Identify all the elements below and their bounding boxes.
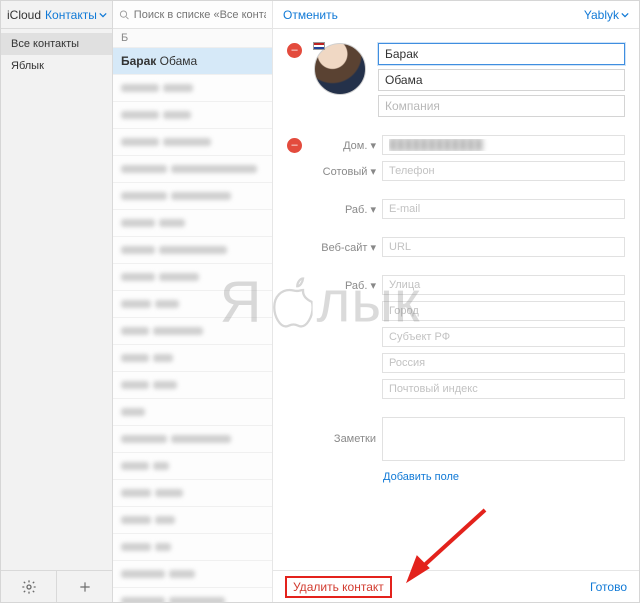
field-label-work[interactable]: Раб. ▾: [308, 203, 376, 216]
contact-row[interactable]: [113, 183, 272, 210]
phone-mobile-row: Сотовый ▾: [287, 161, 625, 181]
brand-label: iCloud: [7, 8, 41, 22]
flag-icon: [313, 42, 325, 50]
name-row: –: [287, 43, 625, 117]
detail-body: – – Дом. ▾ Сотовый ▾: [273, 29, 639, 570]
company-input[interactable]: [378, 95, 625, 117]
delete-contact-button[interactable]: Удалить контакт: [285, 576, 392, 598]
website-input[interactable]: [382, 237, 625, 257]
gear-icon: [21, 579, 37, 595]
contact-row[interactable]: [113, 210, 272, 237]
contact-row[interactable]: [113, 345, 272, 372]
contact-row[interactable]: [113, 264, 272, 291]
contact-row[interactable]: [113, 507, 272, 534]
contact-row[interactable]: [113, 453, 272, 480]
zip-input[interactable]: [382, 379, 625, 399]
add-field-link[interactable]: Добавить поле: [383, 471, 625, 483]
email-input[interactable]: [382, 199, 625, 219]
sidebar-footer: [1, 570, 112, 602]
contact-row[interactable]: [113, 534, 272, 561]
search-input[interactable]: [134, 9, 266, 21]
cancel-button[interactable]: Отменить: [283, 8, 338, 22]
done-button[interactable]: Готово: [590, 580, 627, 594]
account-name: Yablyk: [584, 8, 619, 22]
field-label-mobile[interactable]: Сотовый ▾: [308, 165, 376, 178]
group-yablyk[interactable]: Яблык: [1, 55, 112, 77]
contact-row[interactable]: [113, 75, 272, 102]
sidebar-groups: Все контакты Яблык: [1, 29, 112, 570]
contact-row[interactable]: [113, 480, 272, 507]
contact-row[interactable]: [113, 588, 272, 602]
email-row: Раб. ▾: [287, 199, 625, 219]
section-header-b: Б: [113, 29, 272, 48]
plus-icon: [78, 580, 92, 594]
contact-row-selected[interactable]: Барак Обама: [113, 48, 272, 75]
fields: – Дом. ▾ Сотовый ▾ Раб. ▾: [287, 135, 625, 461]
field-label-work2[interactable]: Раб. ▾: [308, 279, 376, 292]
field-label-website[interactable]: Веб-сайт ▾: [308, 241, 376, 254]
group-all-contacts[interactable]: Все контакты: [1, 33, 112, 55]
add-contact-button[interactable]: [56, 571, 112, 602]
sidebar: iCloud Контакты Все контакты Яблык: [1, 1, 113, 602]
contact-row[interactable]: [113, 291, 272, 318]
contact-list-body: Б Барак Обама: [113, 29, 272, 602]
notes-row: Заметки: [287, 417, 625, 461]
city-input[interactable]: [382, 301, 625, 321]
contact-row[interactable]: [113, 129, 272, 156]
field-label-notes: Заметки: [308, 433, 376, 445]
contact-row[interactable]: [113, 561, 272, 588]
remove-field-badge[interactable]: –: [287, 138, 302, 153]
phone-home-row: – Дом. ▾: [287, 135, 625, 155]
remove-photo-badge[interactable]: –: [287, 43, 302, 58]
field-label-home[interactable]: Дом. ▾: [308, 139, 376, 152]
contact-first-name: Барак: [121, 54, 156, 68]
contact-row[interactable]: [113, 399, 272, 426]
chevron-down-icon: [99, 11, 107, 19]
account-menu[interactable]: Yablyk: [584, 8, 629, 22]
detail-header: Отменить Yablyk: [273, 1, 639, 29]
contact-row[interactable]: [113, 318, 272, 345]
settings-button[interactable]: [1, 571, 56, 602]
contact-row[interactable]: [113, 426, 272, 453]
contact-row[interactable]: [113, 156, 272, 183]
first-name-input[interactable]: [378, 43, 625, 65]
notes-input[interactable]: [382, 417, 625, 461]
phone-mobile-input[interactable]: [382, 161, 625, 181]
street-input[interactable]: [382, 275, 625, 295]
detail-footer: Удалить контакт Готово: [273, 570, 639, 602]
contact-row[interactable]: [113, 237, 272, 264]
sidebar-header: iCloud Контакты: [1, 1, 112, 29]
contact-row[interactable]: [113, 372, 272, 399]
avatar[interactable]: [314, 43, 366, 95]
contact-list: Б Барак Обама: [113, 1, 273, 602]
address-row: Раб. ▾: [287, 275, 625, 295]
contact-last-name: Обама: [160, 54, 198, 68]
search-bar[interactable]: [113, 1, 272, 29]
chevron-down-icon: [621, 11, 629, 19]
region-input[interactable]: [382, 327, 625, 347]
contacts-menu-label: Контакты: [45, 8, 97, 22]
last-name-input[interactable]: [378, 69, 625, 91]
contacts-menu[interactable]: Контакты: [45, 8, 107, 22]
contact-row[interactable]: [113, 102, 272, 129]
search-icon: [119, 9, 130, 21]
phone-home-input[interactable]: [382, 135, 625, 155]
app-root: iCloud Контакты Все контакты Яблык Б: [0, 0, 640, 603]
website-row: Веб-сайт ▾: [287, 237, 625, 257]
name-fields: [378, 43, 625, 117]
country-input[interactable]: [382, 353, 625, 373]
detail-pane: Отменить Yablyk – – Дом. ▾: [273, 1, 639, 602]
